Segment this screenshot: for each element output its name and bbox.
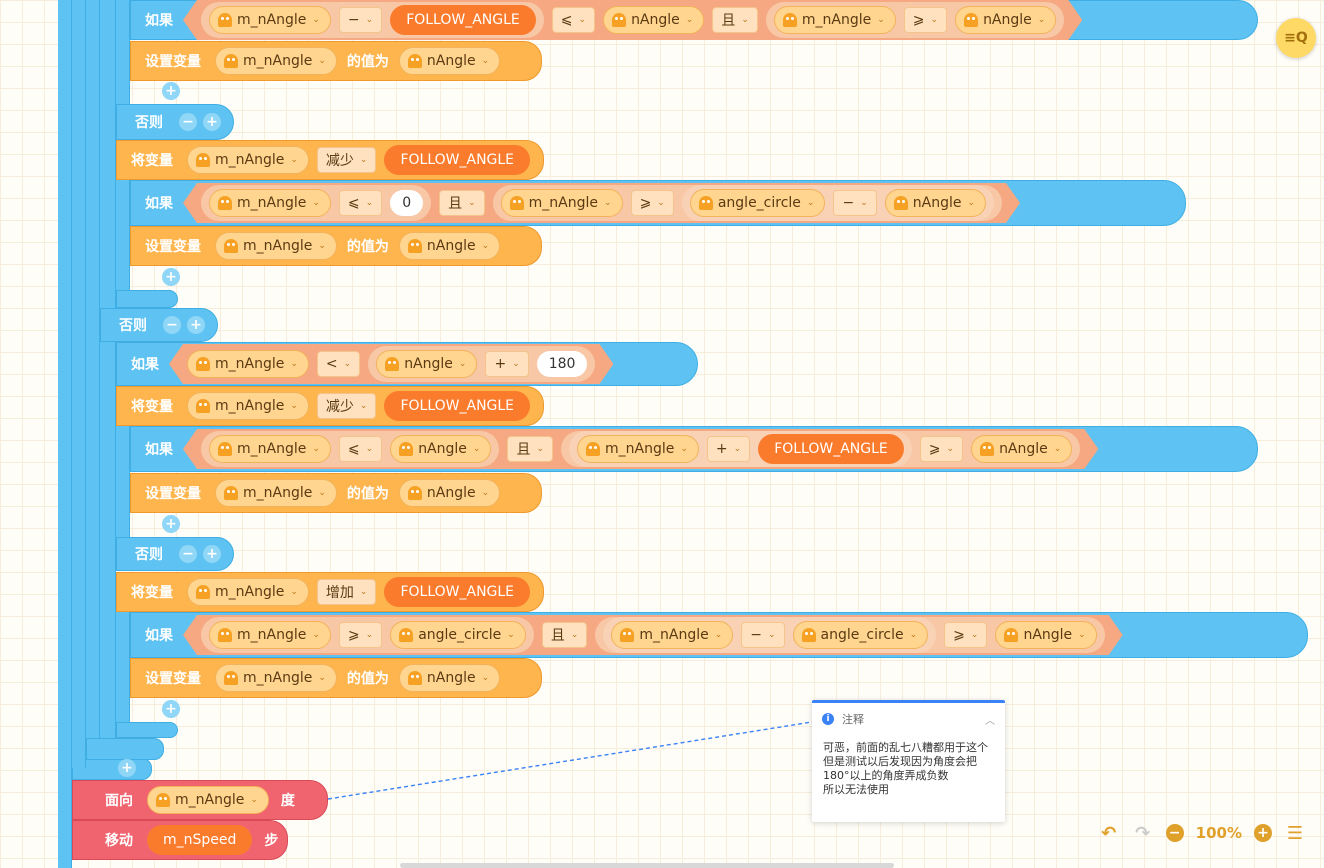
zoom-level: 100% (1195, 824, 1242, 842)
comment-note[interactable]: i 注释 ︿ 可恶，前面的乱七八糟都用于这个 但是测试以后发现因为角度会把180… (812, 700, 1005, 822)
redo-icon[interactable]: ↷ (1132, 822, 1154, 844)
note-body[interactable]: 可恶，前面的乱七八糟都用于这个 但是测试以后发现因为角度会把180°以上的角度弄… (812, 735, 1005, 803)
align-icon[interactable]: ☰ (1284, 822, 1306, 844)
search-icon[interactable]: ≡Q (1276, 18, 1316, 58)
comment-connector (327, 721, 813, 800)
undo-icon[interactable]: ↶ (1098, 822, 1120, 844)
horizontal-scrollbar[interactable] (400, 863, 894, 868)
zoom-out-icon[interactable]: − (1165, 824, 1184, 842)
chevron-up-icon[interactable]: ︿ (985, 712, 995, 727)
zoom-in-icon[interactable]: + (1254, 824, 1272, 842)
bottom-toolbar: ↶ ↷ − 100% + ☰ (1098, 822, 1306, 844)
note-title: 注释 (842, 713, 864, 726)
note-header: i 注释 ︿ (812, 703, 1005, 735)
info-icon: i (822, 713, 834, 725)
